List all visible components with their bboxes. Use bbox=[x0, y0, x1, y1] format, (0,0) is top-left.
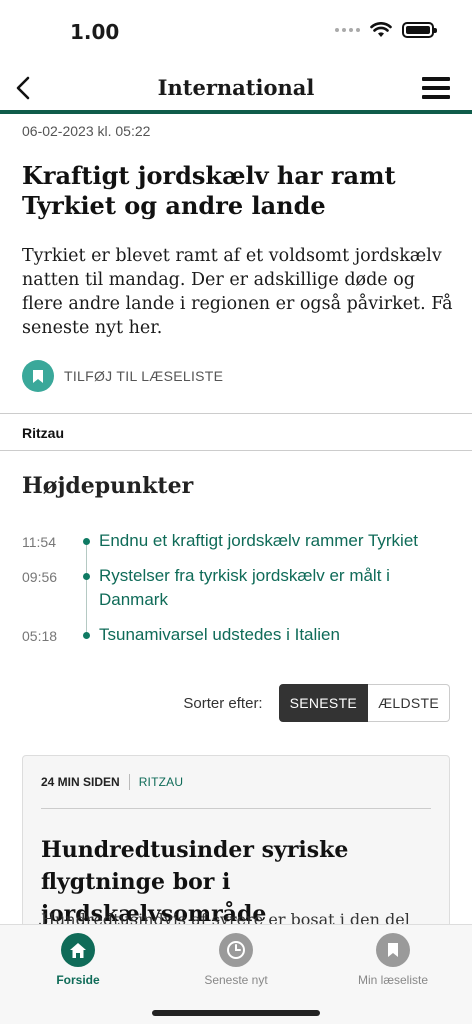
wifi-icon bbox=[370, 22, 392, 37]
source-bar: Ritzau bbox=[0, 413, 472, 451]
tab-label: Min læseliste bbox=[357, 973, 429, 987]
home-indicator[interactable] bbox=[152, 1010, 320, 1016]
highlight-time: 11:54 bbox=[22, 534, 56, 550]
tab-forside[interactable]: Forside bbox=[3, 933, 153, 987]
page-title: International bbox=[157, 75, 315, 100]
battery-icon bbox=[402, 22, 437, 38]
card-meta: 24 MIN SIDEN RITZAU bbox=[41, 774, 183, 790]
card-source: RITZAU bbox=[138, 775, 184, 789]
home-icon bbox=[61, 933, 95, 967]
bookmark-icon bbox=[22, 360, 54, 392]
tab-bar: Forside Seneste nyt Min læseliste bbox=[0, 924, 472, 1024]
add-to-readlist-button[interactable]: TILFØJ TIL LÆSELISTE bbox=[22, 360, 223, 392]
card-divider bbox=[41, 808, 431, 809]
tab-label: Forside bbox=[56, 973, 100, 987]
article-headline: Kraftigt jordskælv har ramt Tyrkiet og a… bbox=[22, 161, 396, 220]
sort-newest-button[interactable]: SENESTE bbox=[278, 684, 369, 722]
hamburger-menu-icon[interactable] bbox=[422, 77, 450, 99]
tab-label: Seneste nyt bbox=[204, 973, 268, 987]
highlight-time: 05:18 bbox=[22, 628, 58, 644]
status-time: 1.00 bbox=[70, 20, 120, 44]
highlight-time: 09:56 bbox=[22, 569, 58, 585]
timeline-dot bbox=[83, 632, 90, 639]
card-meta-divider bbox=[128, 774, 130, 790]
highlight-link[interactable]: Rystelser fra tyrkisk jordskælv er målt … bbox=[99, 564, 449, 612]
nav-bar: International bbox=[0, 62, 472, 114]
add-to-readlist-label: TILFØJ TIL LÆSELISTE bbox=[64, 368, 224, 384]
bookmark-icon bbox=[376, 933, 410, 967]
status-bar: 1.00 bbox=[0, 0, 472, 62]
highlights-heading: Højdepunkter bbox=[22, 473, 194, 499]
timeline-dot bbox=[83, 538, 90, 545]
status-icons bbox=[335, 22, 437, 38]
highlight-link[interactable]: Endnu et kraftigt jordskælv rammer Tyrki… bbox=[99, 529, 449, 553]
timeline-dot bbox=[83, 573, 90, 580]
article-date: 06-02-2023 kl. 05:22 bbox=[22, 123, 151, 139]
card-time-ago: 24 MIN SIDEN bbox=[41, 775, 120, 789]
sort-label: Sorter efter: bbox=[183, 694, 263, 712]
sort-control: Sorter efter: SENESTE ÆLDSTE bbox=[183, 684, 450, 722]
article-source: Ritzau bbox=[22, 425, 64, 441]
article-lead: Tyrkiet er blevet ramt af et voldsomt jo… bbox=[22, 246, 453, 338]
highlight-link[interactable]: Tsunamivarsel udstedes i Italien bbox=[99, 623, 449, 647]
timeline-line bbox=[86, 540, 87, 634]
sort-oldest-button[interactable]: ÆLDSTE bbox=[368, 684, 450, 722]
tab-min-laeseliste[interactable]: Min læseliste bbox=[318, 933, 468, 987]
tab-seneste-nyt[interactable]: Seneste nyt bbox=[161, 933, 311, 987]
signal-icon bbox=[335, 28, 360, 32]
clock-icon bbox=[219, 933, 253, 967]
